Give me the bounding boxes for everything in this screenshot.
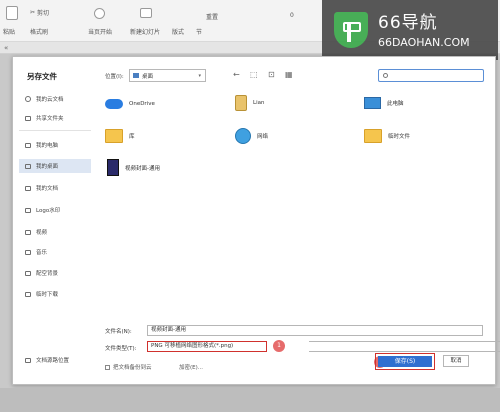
sidebar-item-my-computer[interactable]: 我的电脑 bbox=[19, 138, 91, 152]
sidebar-item-temp-download[interactable]: 临时下载 bbox=[19, 287, 91, 301]
library-icon bbox=[105, 129, 123, 143]
checkbox-box bbox=[105, 364, 110, 370]
file-item-temp-files[interactable]: 临时文件 bbox=[364, 129, 410, 143]
sidebar-item-my-desktop[interactable]: 我的桌面 bbox=[19, 159, 91, 173]
backup-to-cloud-checkbox[interactable]: 把文档备份到云 bbox=[105, 363, 152, 371]
cut-button[interactable]: ✂ 剪切 bbox=[30, 8, 49, 17]
new-folder-icon[interactable]: ⊡ bbox=[268, 70, 275, 79]
file-item-onedrive[interactable]: OneDrive bbox=[105, 99, 155, 109]
font-size-field[interactable]: 0 bbox=[290, 12, 294, 19]
file-item-video-cover[interactable]: 视频封面-通用 bbox=[107, 159, 160, 176]
filetype-select-rest: ▾ bbox=[309, 341, 500, 352]
document-location-icon bbox=[25, 357, 31, 363]
paste-label: 粘贴 bbox=[3, 29, 16, 36]
chevron-down-icon: ▾ bbox=[198, 73, 201, 79]
sidebar-item-video[interactable]: 视频 bbox=[19, 225, 91, 239]
this-pc-icon bbox=[364, 97, 381, 109]
scissors-icon: ✂ bbox=[30, 9, 36, 16]
desktop-icon bbox=[25, 163, 31, 169]
filetype-label: 文件类型(T): bbox=[105, 346, 137, 352]
file-item-network[interactable]: 网络 bbox=[235, 128, 268, 144]
filename-label: 文件名(N): bbox=[105, 329, 132, 335]
network-icon bbox=[235, 128, 251, 144]
cloud-doc-icon bbox=[25, 96, 31, 102]
desktop-icon bbox=[133, 73, 139, 78]
new-slide-button[interactable]: 新建幻灯片 bbox=[130, 27, 160, 36]
folder-icon bbox=[25, 229, 31, 235]
sidebar-item-my-documents[interactable]: 我的文档 bbox=[19, 181, 91, 195]
folder-icon bbox=[25, 249, 31, 255]
folder-icon bbox=[364, 129, 382, 143]
save-form: 文件名(N): 视频封面-通用 文件类型(T): PNG 可移植网络图形格式(*… bbox=[105, 321, 500, 381]
shared-folder-icon bbox=[25, 115, 31, 121]
watermark-title: 66导航 bbox=[378, 13, 438, 33]
background-strip bbox=[0, 388, 500, 412]
onedrive-icon bbox=[105, 99, 123, 109]
save-as-dialog: 另存文件 我的云文档 共享文件夹 我的电脑 我的桌面 我的文档 Logo水印 视… bbox=[12, 56, 500, 385]
dialog-title: 另存文件 bbox=[27, 72, 57, 81]
watermark-url: 66DAOHAN.COM bbox=[378, 36, 470, 49]
back-arrow-icon[interactable]: ← bbox=[233, 70, 240, 79]
sidebar-item-cloud-docs[interactable]: 我的云文档 bbox=[19, 92, 91, 106]
search-input[interactable] bbox=[378, 69, 484, 82]
paste-button[interactable] bbox=[6, 6, 18, 20]
cancel-button[interactable]: 取消 bbox=[443, 355, 469, 367]
search-icon bbox=[383, 73, 388, 78]
sidebar-item-logo-watermark[interactable]: Logo水印 bbox=[19, 203, 91, 217]
computer-icon bbox=[25, 142, 31, 148]
folder-icon bbox=[25, 270, 31, 276]
location-select[interactable]: 桌面 ▾ bbox=[129, 69, 206, 82]
location-bar: 位置(I): 桌面 ▾ ← ⬚ ⊡ ▦ bbox=[105, 69, 493, 83]
filename-input[interactable]: 视频封面-通用 bbox=[147, 325, 483, 336]
documents-icon bbox=[25, 185, 31, 191]
sidebar-item-music[interactable]: 音乐 bbox=[19, 245, 91, 259]
up-folder-icon[interactable]: ⬚ bbox=[250, 70, 258, 79]
encrypt-link[interactable]: 加密(E)... bbox=[179, 363, 203, 371]
play-icon[interactable] bbox=[94, 8, 105, 19]
new-slide-icon[interactable] bbox=[140, 8, 152, 18]
save-button-label: 保存(S) bbox=[378, 356, 432, 367]
save-button[interactable]: 保存(S) bbox=[375, 353, 435, 370]
folder-icon bbox=[25, 291, 31, 297]
section-button[interactable]: 节 bbox=[196, 27, 202, 36]
filetype-select[interactable]: PNG 可移植网络图形格式(*.png) ▾ bbox=[147, 341, 500, 352]
sidebar-item-shared-folder[interactable]: 共享文件夹 bbox=[19, 111, 91, 125]
filetype-value: PNG 可移植网络图形格式(*.png) bbox=[147, 341, 267, 352]
from-current-button[interactable]: 当页开始 bbox=[88, 27, 112, 36]
file-item-library[interactable]: 库 bbox=[105, 129, 135, 143]
location-label: 位置(I): bbox=[105, 74, 124, 80]
signpost-logo-icon bbox=[334, 12, 368, 48]
step-badge-1: 1 bbox=[273, 340, 285, 352]
sidebar-item-doc-source-location[interactable]: 文档源路位置 bbox=[19, 353, 91, 367]
file-grid: OneDrive Lian 此电脑 库 网络 临时文件 视频封面-通用 bbox=[101, 89, 493, 315]
file-item-this-pc[interactable]: 此电脑 bbox=[364, 97, 404, 109]
reset-button[interactable]: 重置 bbox=[206, 12, 218, 21]
user-folder-icon bbox=[235, 95, 247, 111]
watermark: 66导航 66DAOHAN.COM bbox=[322, 0, 498, 60]
sidebar-item-background[interactable]: 配空背景 bbox=[19, 266, 91, 280]
paste-icon bbox=[6, 6, 18, 20]
sidebar-divider bbox=[19, 130, 91, 131]
format-painter-button[interactable]: 格式刷 bbox=[30, 27, 48, 36]
file-item-lian[interactable]: Lian bbox=[235, 95, 264, 111]
video-file-icon bbox=[107, 159, 119, 176]
collapse-icon[interactable]: « bbox=[4, 44, 8, 52]
folder-icon bbox=[25, 207, 31, 213]
layout-button[interactable]: 版式 bbox=[172, 27, 184, 36]
sidebar: 我的云文档 共享文件夹 我的电脑 我的桌面 我的文档 Logo水印 视频 音乐 … bbox=[13, 85, 97, 385]
view-options-icon[interactable]: ▦ bbox=[285, 70, 293, 79]
